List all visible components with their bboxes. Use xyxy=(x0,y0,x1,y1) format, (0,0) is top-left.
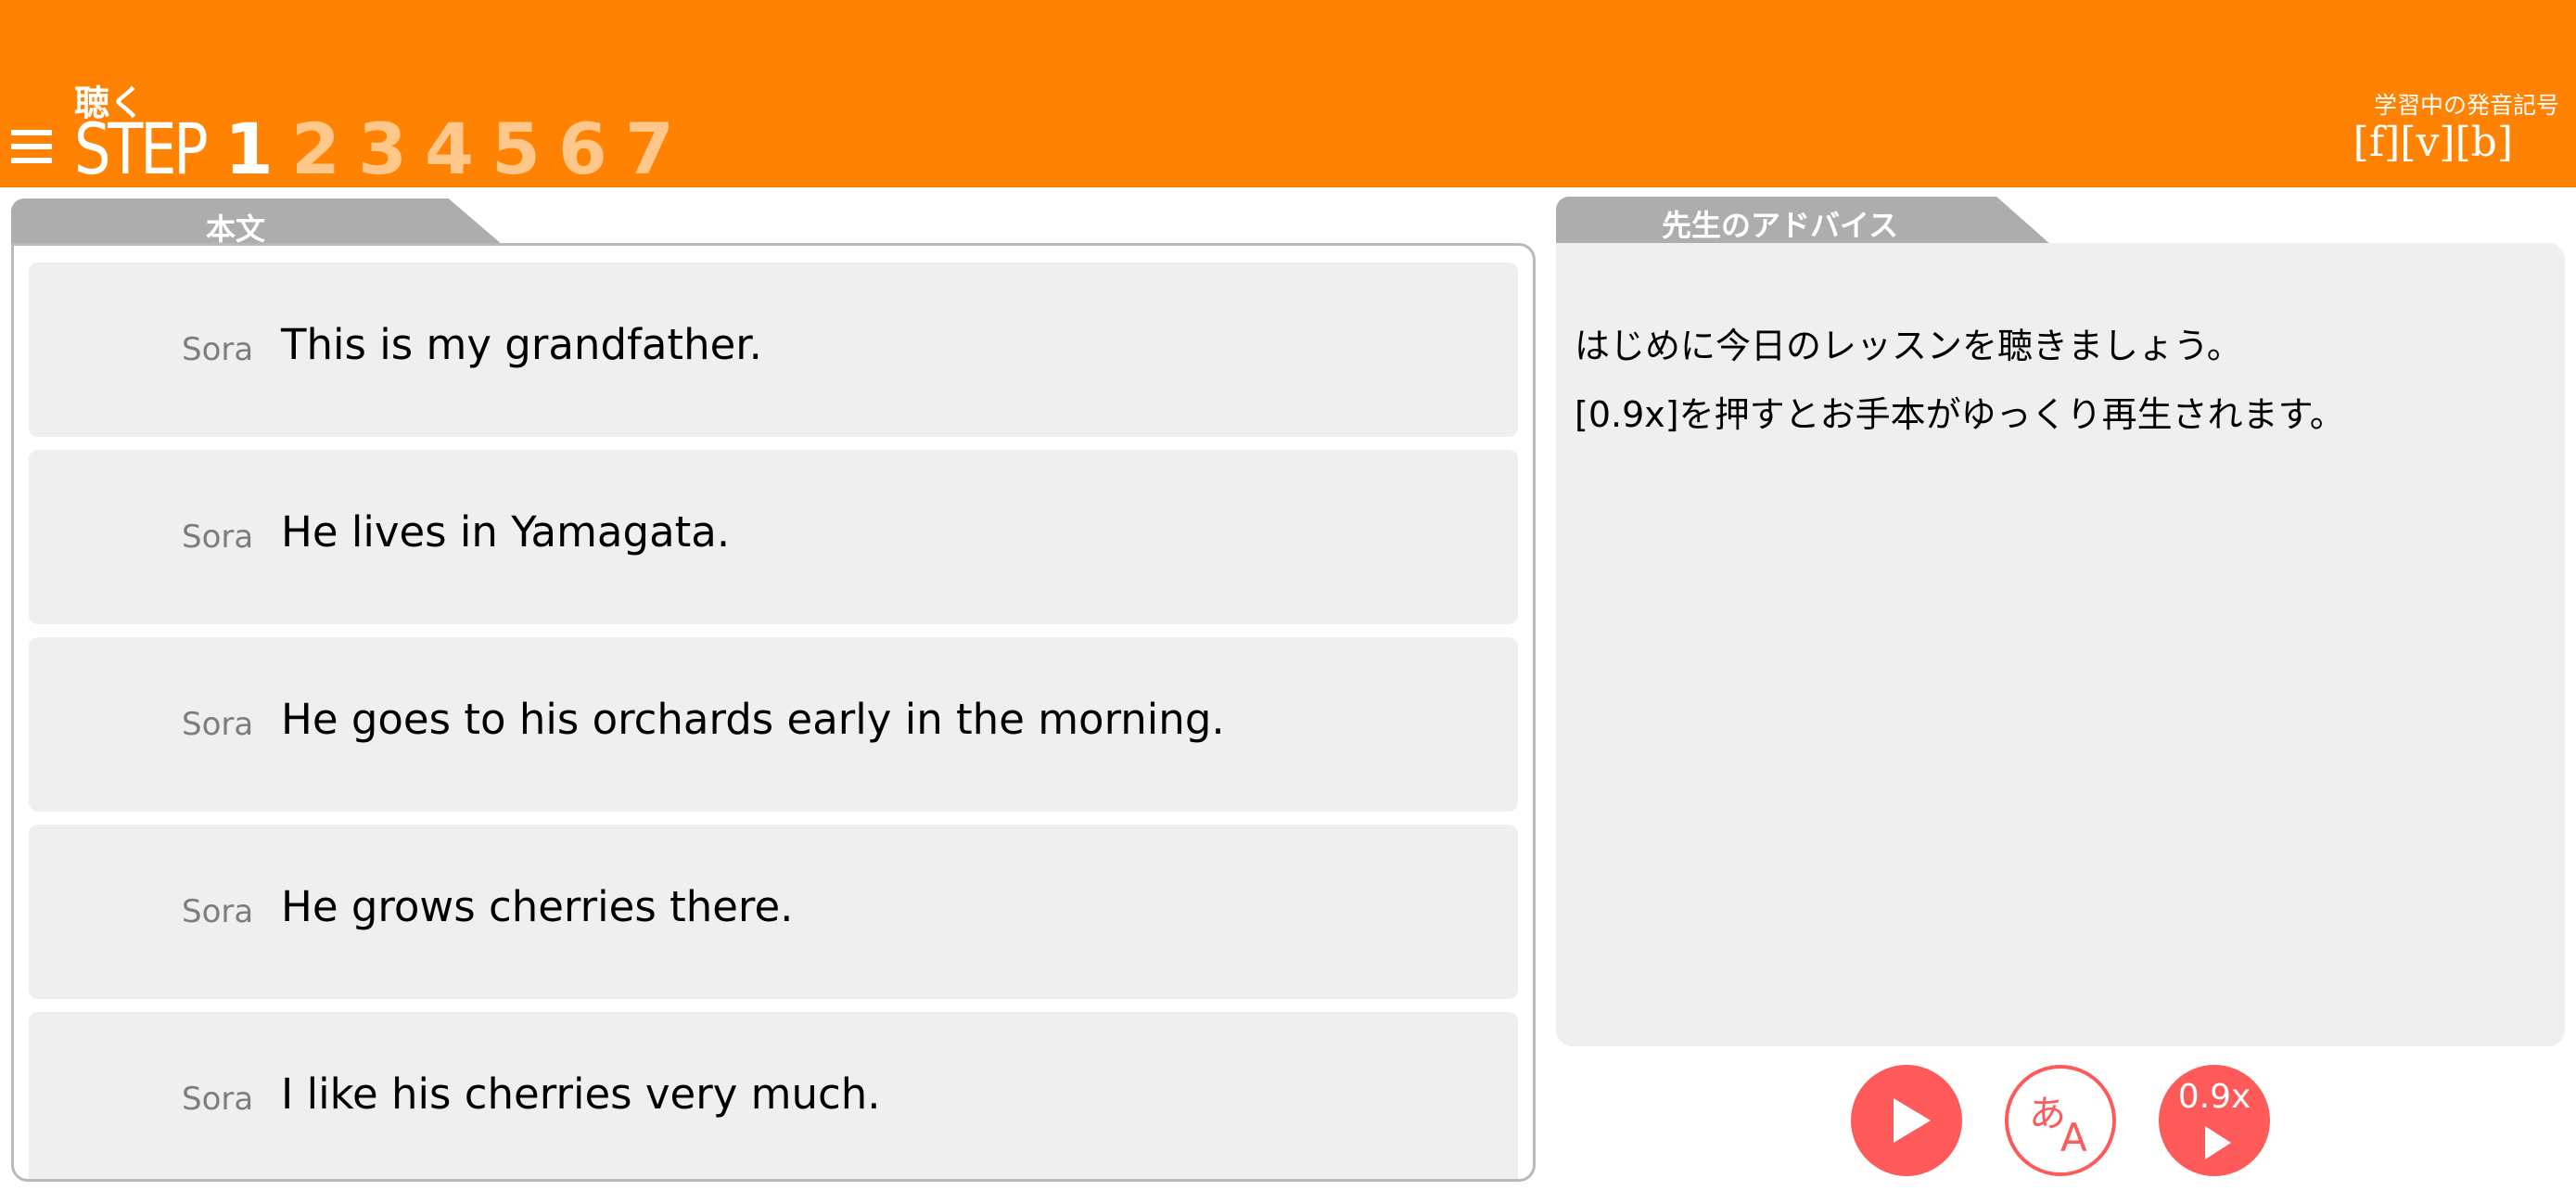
sentence-row[interactable]: Sora I like his cherries very much. xyxy=(29,1012,1518,1179)
text-panel: Sora This is my grandfather. Sora He liv… xyxy=(11,243,1536,1182)
advice-line: はじめに今日のレッスンを聴きましょう。 xyxy=(1575,326,2242,366)
step-4-button[interactable]: 4 xyxy=(425,108,491,191)
learning-phonetics-label: 学習中の発音記号 xyxy=(2373,92,2559,119)
phonetic-v[interactable]: [v] xyxy=(2400,119,2455,166)
speaker-name: Sora xyxy=(182,1081,254,1118)
step-6-button[interactable]: 6 xyxy=(558,108,625,191)
slow-speed-label: 0.9x xyxy=(2177,1078,2251,1116)
sentence-text: This is my grandfather. xyxy=(281,320,762,369)
advice-line: [0.9x]を押すとお手本がゆっくり再生されます。 xyxy=(1575,394,2345,435)
advice-panel-tab-label: 先生のアドバイス xyxy=(1662,208,1899,243)
step-1-button[interactable]: 1 xyxy=(224,108,291,191)
header-bar: 聴く STEP 1 2 3 4 5 6 7 学習中の発音記号 [f] [v] [… xyxy=(0,0,2576,190)
speaker-name: Sora xyxy=(182,331,254,368)
step-word: STEP xyxy=(74,108,209,190)
speaker-name: Sora xyxy=(182,519,254,556)
step-5-button[interactable]: 5 xyxy=(491,108,558,191)
sentence-row[interactable]: Sora This is my grandfather. xyxy=(29,263,1518,437)
sentence-text: He goes to his orchards early in the mor… xyxy=(281,695,1225,744)
sentence-text: He grows cherries there. xyxy=(281,882,794,931)
step-selector: 1 2 3 4 5 6 7 xyxy=(224,108,692,191)
advice-panel: はじめに今日のレッスンを聴きましょう。 [0.9x]を押すとお手本がゆっくり再生… xyxy=(1556,243,2565,1046)
sentence-row[interactable]: Sora He grows cherries there. xyxy=(29,825,1518,999)
phonetic-symbols: [f] [v] [b] xyxy=(2353,119,2513,166)
sentence-text: He lives in Yamagata. xyxy=(281,507,731,557)
translate-button[interactable]: あ A xyxy=(2005,1065,2116,1176)
play-button[interactable] xyxy=(1851,1065,1962,1176)
sentence-row[interactable]: Sora He goes to his orchards early in th… xyxy=(29,637,1518,812)
sentence-row[interactable]: Sora He lives in Yamagata. xyxy=(29,450,1518,624)
phonetic-f[interactable]: [f] xyxy=(2353,119,2401,166)
phonetic-b[interactable]: [b] xyxy=(2455,119,2514,166)
play-icon xyxy=(1894,1098,1931,1143)
speaker-name: Sora xyxy=(182,893,254,930)
slow-play-button[interactable]: 0.9x xyxy=(2159,1065,2270,1176)
step-7-button[interactable]: 7 xyxy=(625,108,692,191)
step-3-button[interactable]: 3 xyxy=(358,108,425,191)
menu-icon[interactable] xyxy=(11,126,52,167)
speaker-name: Sora xyxy=(182,706,254,743)
step-2-button[interactable]: 2 xyxy=(291,108,358,191)
translate-icon-en: A xyxy=(2060,1115,2087,1160)
slow-play-icon xyxy=(2205,1126,2231,1159)
sentence-text: I like his cherries very much. xyxy=(281,1069,881,1119)
